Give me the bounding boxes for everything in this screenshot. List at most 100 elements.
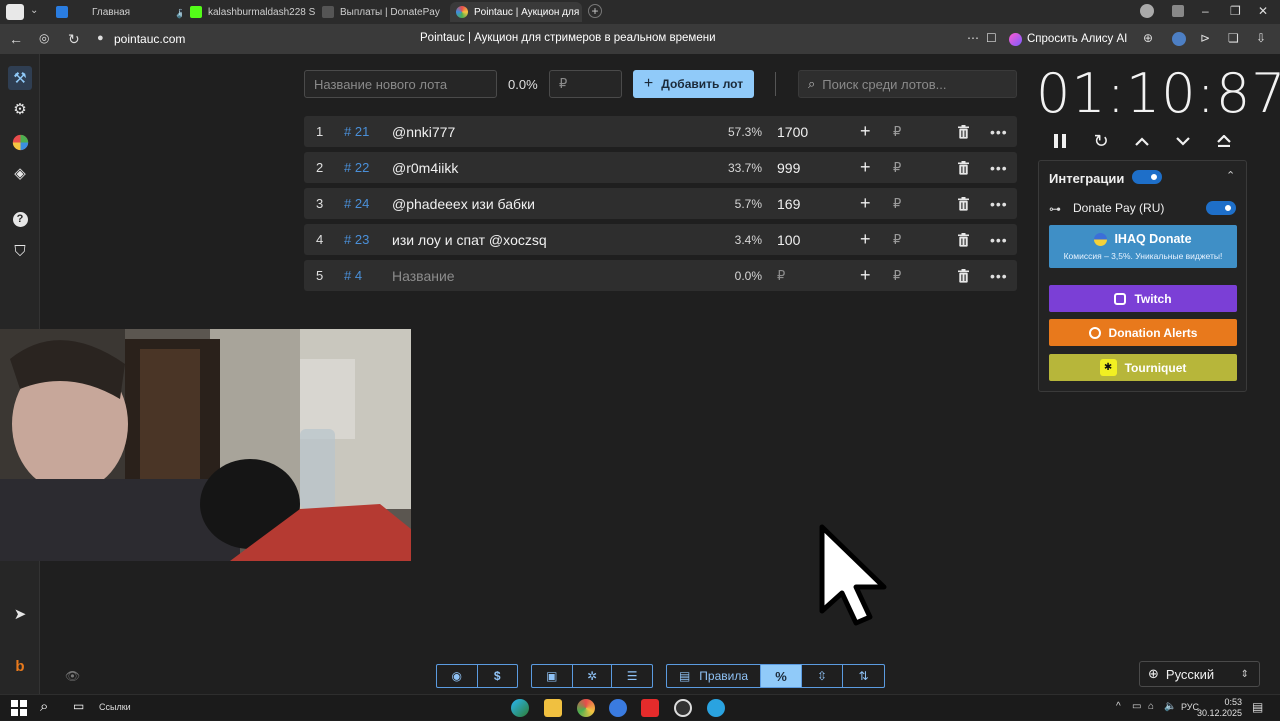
help-icon[interactable]: ? bbox=[8, 207, 32, 231]
chrome-icon[interactable] bbox=[577, 699, 595, 717]
restart-icon[interactable]: ↻ bbox=[1089, 130, 1113, 152]
layers-icon[interactable]: ◈ bbox=[8, 161, 32, 185]
trash-icon[interactable] bbox=[957, 188, 970, 219]
trash-icon[interactable] bbox=[957, 260, 970, 291]
yandex-browser-icon[interactable] bbox=[641, 699, 659, 717]
obs-icon[interactable] bbox=[674, 699, 692, 717]
more-icon[interactable]: ••• bbox=[990, 116, 1008, 147]
lot-name[interactable]: @phadeeex изи бабки bbox=[392, 188, 535, 219]
add-amount-input[interactable]: ₽ bbox=[893, 224, 901, 255]
lot-amount[interactable]: 999 bbox=[777, 152, 800, 183]
minimize-icon[interactable]: – bbox=[1202, 4, 1209, 18]
reload-icon[interactable]: ↻ bbox=[68, 31, 80, 48]
add-amount-plus-icon[interactable]: + bbox=[860, 188, 871, 219]
clear-list-icon[interactable]: ☰ bbox=[612, 665, 652, 687]
add-amount-plus-icon[interactable]: + bbox=[860, 224, 871, 255]
video-tab-icon[interactable] bbox=[56, 6, 68, 18]
ask-alice-button[interactable]: Спросить Алису AI bbox=[1009, 29, 1127, 49]
pause-icon[interactable] bbox=[1048, 130, 1072, 152]
lot-name[interactable]: изи лоу и спат @xoczsq bbox=[392, 224, 547, 255]
media-icon[interactable]: ⊳ bbox=[1200, 31, 1210, 45]
add-amount-input[interactable]: ₽ bbox=[893, 116, 901, 147]
boosty-icon[interactable]: b bbox=[8, 654, 32, 678]
lot-amount[interactable]: 100 bbox=[777, 224, 800, 255]
collections-icon[interactable]: ❏ bbox=[1228, 31, 1239, 45]
integrations-toggle[interactable] bbox=[1132, 170, 1162, 184]
notifications-icon[interactable]: ▤ bbox=[1252, 700, 1263, 714]
language-select[interactable]: ⊕ Русский ⇕ bbox=[1139, 661, 1260, 687]
maximize-icon[interactable]: ❐ bbox=[1230, 4, 1241, 18]
add-amount-input[interactable]: ₽ bbox=[893, 260, 901, 291]
bookmark-icon[interactable]: ☐ bbox=[986, 31, 997, 45]
task-view-icon[interactable]: ▭ bbox=[73, 699, 84, 713]
settings-gear-icon[interactable]: ⚙ bbox=[8, 97, 32, 121]
browser-menu-icon[interactable] bbox=[6, 4, 24, 20]
clock[interactable]: 0:53 30.12.2025 bbox=[1197, 697, 1242, 719]
more-icon[interactable]: ••• bbox=[990, 188, 1008, 219]
translate-icon[interactable]: ⊕ bbox=[1143, 31, 1153, 45]
add-amount-plus-icon[interactable]: + bbox=[860, 152, 871, 183]
rules-button[interactable]: ▤ Правила bbox=[667, 665, 761, 687]
more-icon[interactable]: ••• bbox=[990, 260, 1008, 291]
close-icon[interactable]: × bbox=[579, 6, 582, 18]
donation-alerts-button[interactable]: Donation Alerts bbox=[1049, 319, 1237, 346]
add-amount-input[interactable]: ₽ bbox=[893, 152, 901, 183]
collapse-chevron-icon[interactable]: ⌃ bbox=[1226, 169, 1235, 182]
tab-kalash[interactable]: kalashburmaldash228 Stre bbox=[190, 2, 315, 22]
volume-icon[interactable]: 🔈 bbox=[1164, 701, 1176, 712]
links-toolbar-label[interactable]: Ссылки bbox=[99, 702, 131, 712]
double-up-icon[interactable] bbox=[1212, 130, 1236, 152]
shield-check-icon[interactable]: ⛉ bbox=[8, 239, 32, 263]
github-icon[interactable]: ◉ bbox=[437, 665, 478, 687]
more-icon[interactable]: ⋯ bbox=[967, 31, 979, 45]
lot-name[interactable]: @r0m4iikk bbox=[392, 152, 458, 183]
extension-icon[interactable] bbox=[1172, 32, 1186, 46]
new-lot-amount-input[interactable]: ₽ bbox=[549, 70, 622, 98]
lot-amount[interactable]: 169 bbox=[777, 188, 800, 219]
twitch-button[interactable]: Twitch bbox=[1049, 285, 1237, 312]
ihaq-donate-button[interactable]: IHAQ Donate Комиссия – 3,5%. Уникальные … bbox=[1049, 225, 1237, 268]
lot-amount[interactable]: 1700 bbox=[777, 116, 808, 147]
new-lot-input[interactable]: Название нового лота bbox=[304, 70, 497, 98]
save-icon[interactable]: ▣ bbox=[532, 665, 573, 687]
add-amount-plus-icon[interactable]: + bbox=[860, 116, 871, 147]
site-info-icon[interactable]: ● bbox=[97, 32, 104, 44]
search-input[interactable]: ⌕ Поиск среди лотов... bbox=[798, 70, 1017, 98]
windows-start-icon[interactable] bbox=[11, 700, 27, 721]
add-lot-button[interactable]: + Добавить лот bbox=[633, 70, 754, 98]
auction-gavel-icon[interactable]: ⚒ bbox=[8, 66, 32, 90]
trash-icon[interactable] bbox=[957, 152, 970, 183]
downloads-icon[interactable]: ⇩ bbox=[1256, 31, 1266, 45]
sort-icon[interactable]: ⇅ bbox=[843, 665, 884, 687]
eye-icon[interactable]: 👁 bbox=[65, 669, 80, 683]
lot-name[interactable]: @nnki777 bbox=[392, 116, 455, 147]
percent-toggle[interactable]: % bbox=[761, 665, 802, 687]
donate-dollar-icon[interactable]: $ bbox=[478, 665, 518, 687]
network-icon[interactable]: ⌂ bbox=[1148, 701, 1154, 712]
url-field[interactable]: pointauc.com bbox=[114, 32, 185, 46]
bug-icon[interactable]: ✲ bbox=[573, 665, 613, 687]
tourniquet-button[interactable]: ✱ Tourniquet bbox=[1049, 354, 1237, 381]
search-icon[interactable]: ⌕ bbox=[40, 698, 48, 715]
donatepay-toggle[interactable] bbox=[1206, 201, 1236, 215]
file-explorer-icon[interactable] bbox=[544, 699, 562, 717]
compress-icon[interactable]: ⇳ bbox=[802, 665, 843, 687]
edge-icon[interactable] bbox=[511, 699, 529, 717]
back-icon[interactable]: ← bbox=[9, 31, 23, 47]
telegram-icon[interactable]: ➤ bbox=[8, 602, 32, 626]
chevron-up-icon[interactable] bbox=[1130, 130, 1154, 152]
chevron-down-icon[interactable]: ⌄ bbox=[30, 5, 38, 16]
chevron-down-icon[interactable] bbox=[1171, 130, 1195, 152]
trash-icon[interactable] bbox=[957, 116, 970, 147]
protect-icon[interactable]: ◎ bbox=[39, 31, 49, 45]
wheel-pie-icon[interactable] bbox=[8, 130, 32, 154]
tray-chevron-icon[interactable]: ^ bbox=[1116, 701, 1121, 712]
more-icon[interactable]: ••• bbox=[990, 152, 1008, 183]
speaker-icon[interactable]: 🔈 bbox=[172, 6, 182, 19]
window-close-icon[interactable]: ✕ bbox=[1258, 4, 1268, 18]
add-amount-input[interactable]: ₽ bbox=[893, 188, 901, 219]
tab-pointauc[interactable]: Pointauc | Аукцион для × bbox=[450, 2, 582, 22]
more-icon[interactable]: ••• bbox=[990, 224, 1008, 255]
lot-name-input[interactable]: Название bbox=[392, 260, 455, 291]
profile-avatar[interactable] bbox=[1140, 4, 1154, 18]
